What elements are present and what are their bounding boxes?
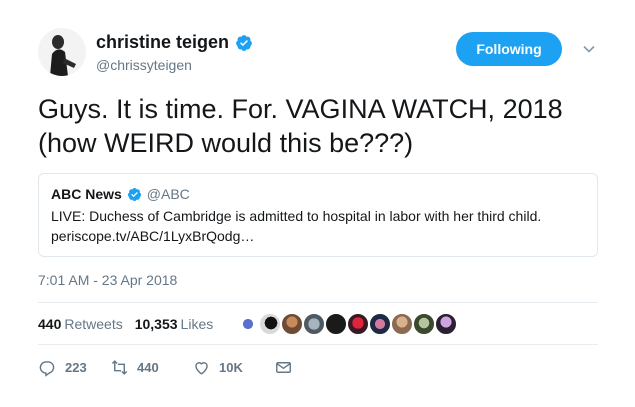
- author-info: christine teigen @chrissyteigen: [96, 32, 253, 73]
- author-avatar[interactable]: [38, 28, 86, 76]
- envelope-icon: [276, 362, 291, 373]
- liker-avatars: [236, 312, 458, 336]
- likes-stat[interactable]: 10,353 Likes: [135, 316, 214, 332]
- liker-avatar[interactable]: [390, 312, 414, 336]
- quoted-tweet[interactable]: ABC News @ABC LIVE: Duchess of Cambridge…: [38, 173, 598, 257]
- liker-avatar[interactable]: [368, 312, 392, 336]
- likes-label: Likes: [180, 316, 214, 332]
- tweet-actions: 223 440 10K: [38, 358, 293, 377]
- liker-avatar[interactable]: [434, 312, 458, 336]
- quoted-tweet-link[interactable]: periscope.tv/ABC/1LyxBrQodg…: [51, 226, 585, 246]
- liker-avatar[interactable]: [302, 312, 326, 336]
- liker-avatar[interactable]: [258, 312, 282, 336]
- quoted-tweet-text: LIVE: Duchess of Cambridge is admitted t…: [51, 208, 542, 224]
- author-handle[interactable]: @chrissyteigen: [96, 57, 253, 73]
- heart-icon: [195, 362, 208, 375]
- like-count: 10K: [219, 360, 243, 375]
- reply-icon: [39, 361, 55, 377]
- tweet-header: christine teigen @chrissyteigen Followin…: [38, 26, 608, 80]
- direct-message-button[interactable]: [274, 358, 293, 377]
- quoted-author-handle: @ABC: [146, 186, 190, 202]
- author-display-name[interactable]: christine teigen: [96, 32, 229, 53]
- liker-avatar[interactable]: [324, 312, 348, 336]
- divider: [38, 344, 598, 345]
- reply-button[interactable]: 223: [38, 358, 110, 377]
- retweet-count: 440: [137, 360, 159, 375]
- retweet-icon: [111, 360, 128, 375]
- verified-badge-icon: [236, 34, 252, 51]
- quoted-author-name: ABC News: [51, 186, 122, 202]
- retweets-count: 440: [38, 316, 62, 332]
- tweet-stats: 440 Retweets 10,353 Likes: [38, 316, 213, 332]
- tweet-timestamp[interactable]: 7:01 AM - 23 Apr 2018: [38, 272, 177, 288]
- liker-avatar[interactable]: [280, 312, 304, 336]
- retweets-label: Retweets: [64, 316, 123, 332]
- liker-avatar[interactable]: [412, 312, 436, 336]
- divider: [38, 302, 598, 303]
- like-button[interactable]: 10K: [192, 358, 274, 377]
- chevron-down-icon[interactable]: [582, 42, 596, 56]
- likes-count: 10,353: [134, 316, 178, 332]
- tweet-text: Guys. It is time. For. VAGINA WATCH, 201…: [38, 94, 563, 158]
- verified-badge-icon: [127, 187, 141, 201]
- liker-avatar[interactable]: [236, 312, 260, 336]
- following-button[interactable]: Following: [456, 32, 562, 66]
- reply-count: 223: [65, 360, 87, 375]
- liker-avatar[interactable]: [346, 312, 370, 336]
- retweets-stat[interactable]: 440 Retweets: [38, 316, 123, 332]
- retweet-button[interactable]: 440: [110, 358, 192, 377]
